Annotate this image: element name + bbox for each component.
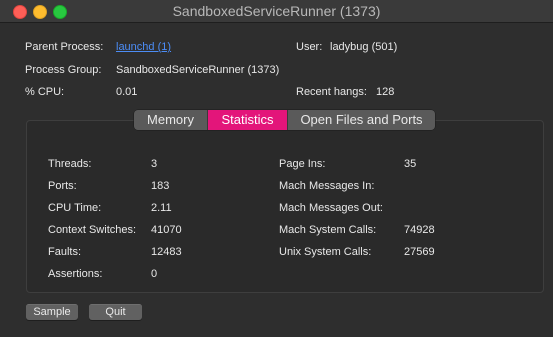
tab-memory[interactable]: Memory	[134, 110, 208, 130]
assertions-label: Assertions:	[48, 268, 103, 280]
tab-open-files-and-ports[interactable]: Open Files and Ports	[287, 110, 435, 130]
user-value: ladybug (501)	[330, 41, 398, 53]
cpu-time-value: 2.11	[151, 202, 172, 214]
assertions-value: 0	[151, 268, 158, 280]
threads-label: Threads:	[48, 158, 92, 170]
mach-messages-in-label: Mach Messages In:	[279, 180, 375, 192]
threads-value: 3	[151, 158, 158, 170]
mach-system-calls-label: Mach System Calls:	[279, 224, 377, 236]
faults-value: 12483	[151, 246, 182, 258]
recent-hangs-value: 128	[376, 86, 395, 98]
mach-messages-out-label: Mach Messages Out:	[279, 202, 383, 214]
user-label: User:	[296, 41, 323, 53]
quit-button[interactable]: Quit	[89, 304, 142, 320]
process-group-value: SandboxedServiceRunner (1373)	[116, 64, 280, 76]
sample-button[interactable]: Sample	[26, 304, 78, 320]
tab-statistics[interactable]: Statistics	[208, 110, 287, 130]
cpu-time-label: CPU Time:	[48, 202, 102, 214]
process-group-label: Process Group:	[25, 64, 102, 76]
context-switches-label: Context Switches:	[48, 224, 137, 236]
tab-bar: Memory Statistics Open Files and Ports	[134, 110, 435, 130]
window-title: SandboxedServiceRunner (1373)	[172, 3, 381, 19]
faults-label: Faults:	[48, 246, 82, 258]
page-ins-value: 35	[404, 158, 417, 170]
page-ins-label: Page Ins:	[279, 158, 326, 170]
recent-hangs-label: Recent hangs:	[296, 86, 367, 98]
parent-process-link[interactable]: launchd (1)	[116, 41, 171, 53]
context-switches-value: 41070	[151, 224, 182, 236]
unix-system-calls-label: Unix System Calls:	[279, 246, 372, 258]
ports-value: 183	[151, 180, 170, 192]
mach-system-calls-value: 74928	[404, 224, 435, 236]
parent-process-label: Parent Process:	[25, 41, 104, 53]
cpu-value: 0.01	[116, 86, 138, 98]
cpu-label: % CPU:	[25, 86, 65, 98]
ports-label: Ports:	[48, 180, 77, 192]
title-bar[interactable]: SandboxedServiceRunner (1373)	[0, 0, 553, 23]
unix-system-calls-value: 27569	[404, 246, 435, 258]
